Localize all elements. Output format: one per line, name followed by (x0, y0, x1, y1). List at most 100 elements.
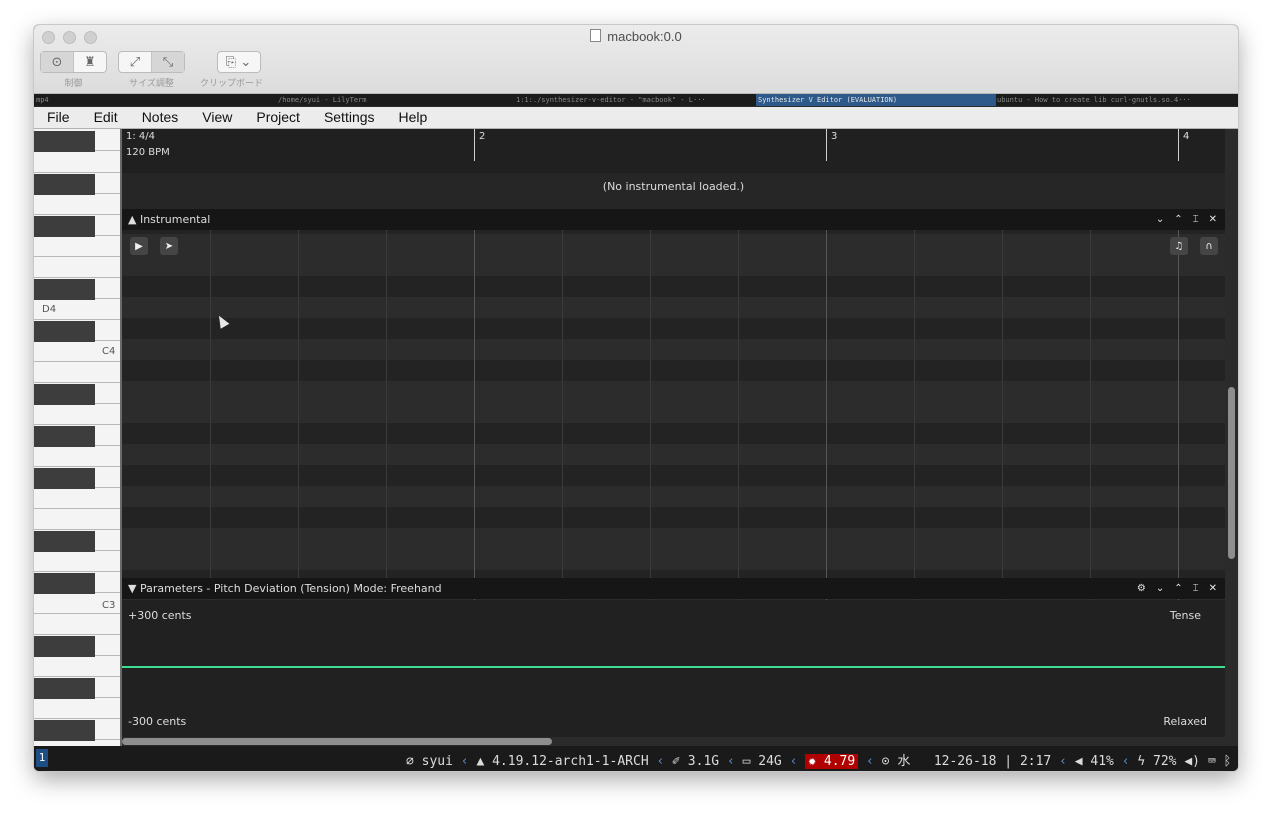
bluetooth-icon[interactable]: ᛒ (1223, 754, 1231, 769)
tmux-tab[interactable]: 1:1:./synthesizer-v-editor - "macbook" -… (516, 96, 706, 104)
white-key-divider (34, 571, 121, 572)
clipboard-icon[interactable]: ⎘ ⌄ (218, 52, 260, 72)
black-key[interactable] (34, 426, 95, 447)
tmux-tab-active[interactable]: Synthesizer V Editor (EVALUATION) (756, 94, 996, 106)
white-key-divider (34, 172, 121, 173)
black-key[interactable] (34, 573, 95, 594)
memory-usage: 3.1G (687, 754, 720, 769)
menu-settings[interactable]: Settings (311, 107, 386, 128)
tempo: 120 BPM (126, 147, 170, 158)
black-key[interactable] (34, 636, 95, 657)
parameters-panel-header[interactable]: ▼ Parameters - Pitch Deviation (Tension)… (122, 578, 1225, 599)
param-top-label: Tense (1169, 609, 1201, 622)
horizontal-scroll-thumb[interactable] (122, 738, 552, 745)
pitch-lane (122, 276, 1225, 297)
pitch-lane (122, 255, 1225, 276)
black-key[interactable] (34, 216, 95, 237)
keyboard-icon[interactable]: ⌨ (1208, 754, 1216, 769)
resize-group: ⤢ ⤡ サイズ調整 (118, 51, 185, 89)
cpu-load: ✹ 4.79 (805, 754, 859, 769)
date-time-separator: | (1004, 754, 1013, 769)
speaker-icon[interactable]: ◀) (1184, 754, 1200, 769)
status-items: ⌀ syui ‹ ▲ 4.19.12-arch1-1-ARCH ‹ ✐ 3.1G… (406, 754, 1232, 769)
headphones-icon[interactable]: ∩ (1200, 237, 1218, 255)
shrink-icon[interactable]: ⤡ (151, 52, 184, 72)
arch-icon: ▲ (476, 754, 485, 769)
black-key[interactable] (34, 468, 95, 489)
vertical-scrollbar[interactable] (1225, 129, 1238, 746)
black-key[interactable] (34, 384, 95, 405)
date: 12-26-18 (933, 754, 997, 769)
collapse-arrow-icon[interactable]: ▲ (128, 213, 136, 226)
menu-project[interactable]: Project (243, 107, 311, 128)
note-icon[interactable]: ♫ (1170, 237, 1188, 255)
control-label: 制御 (64, 79, 83, 89)
parameters-panel[interactable] (122, 600, 1225, 746)
weekday: 水 (897, 754, 911, 769)
menu-help[interactable]: Help (386, 107, 439, 128)
pitch-lane (122, 402, 1225, 423)
horizontal-scrollbar[interactable] (122, 737, 1225, 746)
play-icon[interactable]: ▶ (130, 237, 148, 255)
memory-icon: ✐ (672, 754, 680, 769)
black-key[interactable] (34, 720, 95, 741)
pitch-lane (122, 360, 1225, 381)
black-key[interactable] (34, 131, 95, 152)
vertical-scroll-thumb[interactable] (1228, 387, 1235, 559)
black-key[interactable] (34, 678, 95, 699)
black-key[interactable] (34, 279, 95, 300)
chevron-down-icon[interactable]: ⌄ (1156, 578, 1164, 599)
maximize-icon[interactable]: ⌶ (1193, 578, 1199, 599)
timeline-ruler[interactable]: 1: 4/4 120 BPM 2 3 4 (122, 129, 1225, 173)
menu-view[interactable]: View (189, 107, 243, 128)
binoculars-icon[interactable]: ♜ (73, 52, 106, 72)
user-name: syui (421, 754, 453, 769)
tmux-tab[interactable]: mp4 (36, 96, 49, 104)
white-key-divider (34, 718, 121, 719)
menu-file[interactable]: File (34, 107, 81, 128)
menu-edit[interactable]: Edit (81, 107, 129, 128)
tmux-tab[interactable]: ubuntu - How to create lib curl-gnutls.s… (997, 96, 1191, 104)
user-icon: ⌀ (406, 754, 414, 769)
white-key-divider (34, 382, 121, 383)
chevron-up-icon[interactable]: ⌃ (1174, 578, 1182, 599)
chevron-up-icon[interactable]: ⌃ (1174, 209, 1182, 230)
instrumental-title: Instrumental (139, 213, 211, 226)
close-icon[interactable]: ✕ (1209, 209, 1217, 230)
expand-icon[interactable]: ⤢ (119, 52, 151, 72)
tmux-tab[interactable]: /home/syui - LilyTerm (278, 96, 367, 104)
param-bottom-label: Relaxed (1163, 715, 1207, 728)
kernel-version: 4.19.12-arch1-1-ARCH (492, 754, 649, 769)
window-chrome: macbook:0.0 ⊙ ♜ 制御 ⤢ ⤡ サイズ調整 ⎘ ⌄ クリップボード (34, 25, 1238, 94)
pitch-deviation-curve[interactable] (122, 666, 1225, 668)
black-key[interactable] (34, 531, 95, 552)
disk-icon: ▭ (742, 754, 751, 769)
volume-level: 41% (1090, 754, 1114, 769)
expand-arrow-icon[interactable]: ▼ (128, 582, 136, 595)
close-icon[interactable]: ✕ (1209, 578, 1217, 599)
white-key-divider (34, 277, 121, 278)
parameters-title: Parameters - Pitch Deviation (Tension) M… (139, 582, 442, 595)
black-key[interactable] (34, 321, 95, 342)
workspace-indicator[interactable]: 1 (36, 749, 48, 767)
piano-roll-grid[interactable]: 1: 4/4 120 BPM 2 3 4 (No instrumental lo… (122, 129, 1225, 746)
white-key-divider (34, 361, 121, 362)
black-key[interactable] (34, 174, 95, 195)
chevron-down-icon[interactable]: ⌄ (1156, 209, 1164, 230)
bar-tick (826, 129, 827, 161)
pitch-lane (122, 297, 1225, 318)
menu-bar: File Edit Notes View Project Settings He… (34, 107, 1238, 129)
piano-keyboard[interactable]: D4 C4 C3 (34, 129, 121, 746)
menu-notes[interactable]: Notes (129, 107, 190, 128)
pointer-control-icon[interactable]: ⊙ (41, 52, 73, 72)
bar-tick (1178, 129, 1179, 161)
bar-number: 2 (479, 131, 486, 142)
white-key-divider (34, 466, 121, 467)
maximize-icon[interactable]: ⌶ (1193, 209, 1199, 230)
settings-icon[interactable]: ⚙ (1137, 578, 1146, 599)
white-key-divider (34, 214, 121, 215)
instrumental-panel-header[interactable]: ▲ Instrumental ⌄ ⌃ ⌶ ✕ (122, 209, 1225, 230)
pitch-lane (122, 381, 1225, 402)
system-status-bar: 1 ⌀ syui ‹ ▲ 4.19.12-arch1-1-ARCH ‹ ✐ 3.… (34, 746, 1238, 771)
pointer-tool-icon[interactable]: ➤ (160, 237, 178, 255)
